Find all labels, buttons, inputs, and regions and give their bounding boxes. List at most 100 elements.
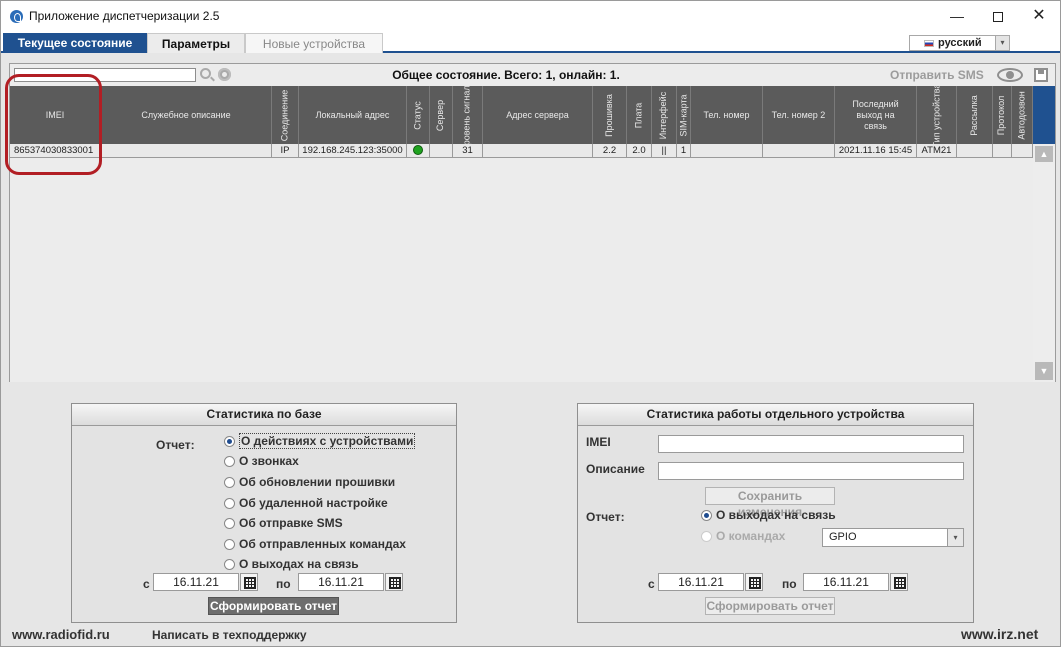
gear-icon[interactable] (218, 68, 231, 81)
column-interface[interactable]: Интерфейс (652, 86, 677, 144)
column-autodial[interactable]: Автодозвон (1012, 86, 1033, 144)
table-row[interactable]: 865374030833001 IP 192.168.245.123:35000… (10, 144, 1033, 158)
cell-connection: IP (272, 144, 299, 158)
cell-firmware: 2.2 (593, 144, 627, 158)
app-logo-icon (10, 10, 23, 23)
column-last-seen[interactable]: Последний выход на связь (835, 86, 917, 144)
description-input[interactable] (658, 462, 964, 480)
radio-device-commands[interactable]: О командах (701, 529, 785, 543)
cell-description (101, 144, 272, 158)
device-statistics-title: Статистика работы отдельного устройства (578, 404, 973, 426)
grid-empty-area (10, 159, 1033, 382)
db-generate-report-button[interactable]: Сформировать отчет (208, 597, 339, 615)
save-icon[interactable] (1034, 68, 1048, 82)
column-sim-card[interactable]: SIM-карта (677, 86, 691, 144)
db-from-date-input[interactable]: 16.11.21 (153, 573, 239, 591)
cell-sim: 1 (677, 144, 691, 158)
vertical-scrollbar[interactable]: ▲ ▼ (1033, 86, 1055, 382)
cell-signal: 31 (453, 144, 483, 158)
column-connection[interactable]: Соединение (272, 86, 299, 144)
device-to-date-input[interactable]: 16.11.21 (803, 573, 889, 591)
radio-icon (224, 517, 235, 529)
cell-local-address: 192.168.245.123:35000 (299, 144, 407, 158)
column-local-address[interactable]: Локальный адрес (299, 86, 407, 144)
calendar-icon[interactable] (890, 573, 908, 591)
description-label: Описание (586, 462, 645, 476)
language-select[interactable]: русский ▾ (909, 35, 1010, 51)
device-generate-report-button[interactable]: Сформировать отчет (705, 597, 835, 615)
tab-parameters[interactable]: Параметры (147, 33, 245, 53)
maximize-icon (993, 12, 1003, 23)
language-value: русский (938, 37, 982, 49)
radio-sent-commands[interactable]: Об отправленных командах (224, 537, 406, 551)
radio-icon (224, 538, 235, 550)
cell-server-address (483, 144, 593, 158)
column-description[interactable]: Служебное описание (101, 86, 272, 144)
cell-interface: || (652, 144, 677, 158)
command-select[interactable]: GPIO ▾ (822, 528, 964, 547)
send-sms-button[interactable]: Отправить SMS (890, 68, 984, 82)
imei-highlight-annotation (5, 74, 102, 175)
db-report-label: Отчет: (156, 438, 195, 452)
imei-input[interactable] (658, 435, 964, 453)
cell-status (407, 144, 430, 158)
column-firmware[interactable]: Прошивка (593, 86, 627, 144)
radio-connections[interactable]: О выходах на связь (224, 557, 359, 571)
db-to-date-input[interactable]: 16.11.21 (298, 573, 384, 591)
chevron-down-icon[interactable]: ▾ (947, 529, 963, 546)
radio-icon (224, 476, 235, 488)
column-phone-2[interactable]: Тел. номер 2 (763, 86, 835, 144)
db-from-label: с (143, 577, 150, 591)
tab-new-devices[interactable]: Новые устройства (245, 33, 383, 53)
column-protocol[interactable]: Протокол (993, 86, 1012, 144)
table-header: IMEI Служебное описание Соединение Локал… (10, 86, 1033, 144)
column-mailing[interactable]: Рассылка (957, 86, 993, 144)
cell-last-seen: 2021.11.16 15:45 (835, 144, 917, 158)
device-from-date-input[interactable]: 16.11.21 (658, 573, 744, 591)
irz-link[interactable]: www.irz.net (961, 626, 1038, 642)
calendar-icon[interactable] (385, 573, 403, 591)
column-phone[interactable]: Тел. номер (691, 86, 763, 144)
radio-calls[interactable]: О звонках (224, 454, 299, 468)
cell-server (430, 144, 453, 158)
column-signal-level[interactable]: Уровень сигнала (453, 86, 483, 144)
eye-icon[interactable] (997, 68, 1023, 82)
title-bar: Приложение диспетчеризации 2.5 — ✕ (1, 1, 1060, 31)
column-status[interactable]: Статус (407, 86, 430, 144)
column-server[interactable]: Сервер (430, 86, 453, 144)
column-board[interactable]: Плата (627, 86, 652, 144)
save-changes-button[interactable]: Сохранить изменения (705, 487, 835, 519)
radio-device-connections[interactable]: О выходах на связь (701, 508, 836, 522)
close-button[interactable]: ✕ (1017, 1, 1061, 31)
minimize-button[interactable]: — (935, 1, 979, 31)
devices-grid-panel: Общее состояние. Всего: 1, онлайн: 1. От… (9, 63, 1056, 382)
cell-phone-2 (763, 144, 835, 158)
window-title: Приложение диспетчеризации 2.5 (29, 9, 220, 23)
cell-device-type: ATM21 (917, 144, 957, 158)
radio-firmware-update[interactable]: Об обновлении прошивки (224, 475, 395, 489)
maximize-button[interactable] (976, 1, 1020, 31)
calendar-icon[interactable] (745, 573, 763, 591)
column-device-type[interactable]: Тип устройства (917, 86, 957, 144)
radio-sms-sending[interactable]: Об отправке SMS (224, 516, 343, 530)
tab-current-state[interactable]: Текущее состояние (3, 33, 147, 53)
column-server-address[interactable]: Адрес сервера (483, 86, 593, 144)
app-window: Приложение диспетчеризации 2.5 — ✕ Текущ… (0, 0, 1061, 647)
device-from-label: с (648, 577, 655, 591)
radio-device-actions[interactable]: О действиях с устройствами (224, 433, 416, 449)
support-link[interactable]: Написать в техподдержку (152, 628, 307, 642)
chevron-down-icon[interactable]: ▾ (995, 36, 1009, 50)
overall-status-text: Общее состояние. Всего: 1, онлайн: 1. (392, 68, 620, 82)
scroll-down-button[interactable]: ▼ (1035, 362, 1053, 380)
radio-remote-config[interactable]: Об удаленной настройке (224, 496, 388, 510)
db-to-label: по (276, 577, 291, 591)
device-report-label: Отчет: (586, 510, 625, 524)
radiofid-link[interactable]: www.radiofid.ru (12, 627, 110, 642)
search-icon[interactable] (200, 68, 211, 79)
scrollbar-header-strip (1033, 86, 1055, 144)
scroll-up-button[interactable]: ▲ (1035, 146, 1053, 162)
command-select-value: GPIO (829, 531, 857, 543)
cell-autodial (1012, 144, 1033, 158)
calendar-icon[interactable] (240, 573, 258, 591)
radio-checked-icon (701, 509, 712, 521)
